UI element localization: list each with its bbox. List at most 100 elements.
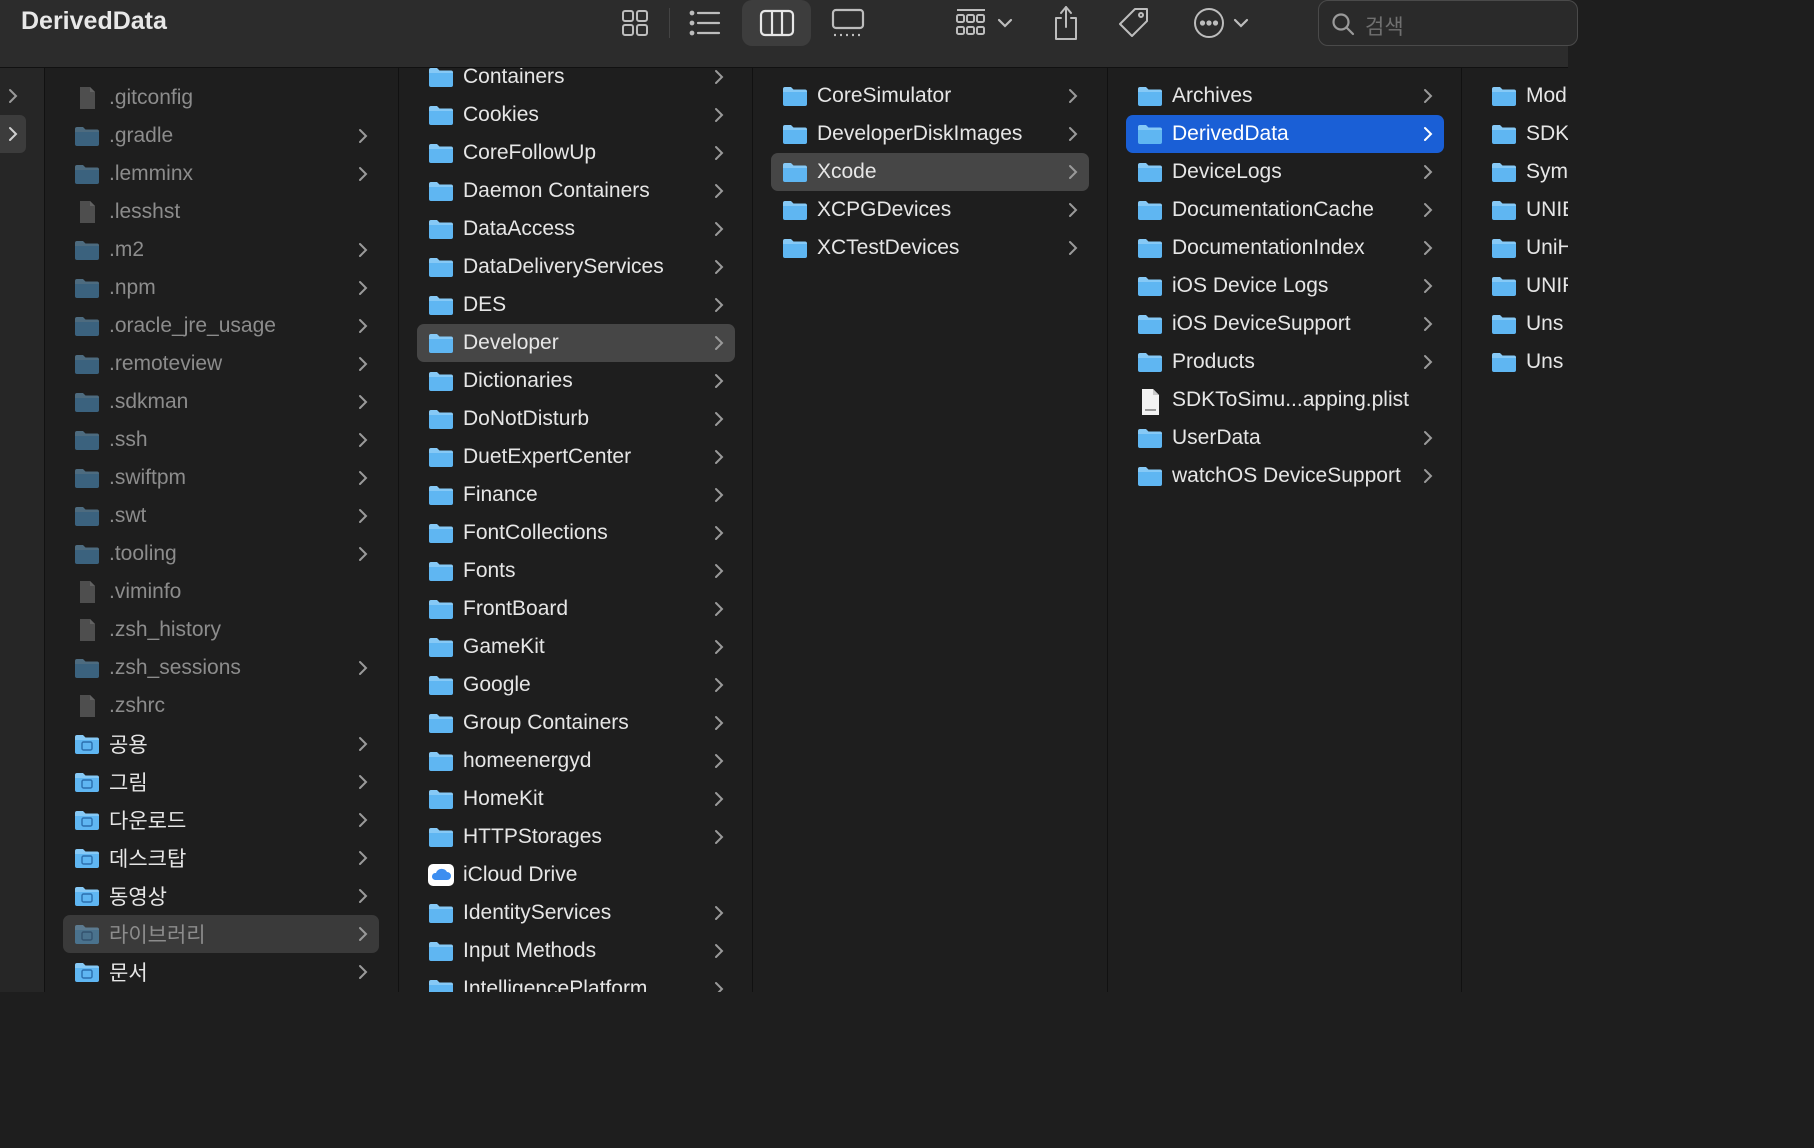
disclosure-chevron (353, 660, 373, 676)
item-label: Products (1172, 350, 1255, 373)
list-item-라이브러리[interactable]: 라이브러리 (63, 915, 379, 953)
list-item-icloud-drive[interactable]: iCloud Drive (417, 856, 735, 894)
list-item-datadeliveryservices[interactable]: DataDeliveryServices (417, 248, 735, 286)
list-item-homeenergyd[interactable]: homeenergyd (417, 742, 735, 780)
list-item-unif[interactable]: UNIF (1480, 267, 1568, 305)
item-label: DataDeliveryServices (463, 255, 664, 278)
list-item-developerdiskimages[interactable]: DeveloperDiskImages (771, 115, 1089, 153)
list-item-uns[interactable]: Uns (1480, 343, 1568, 381)
icon-view-button[interactable] (614, 0, 656, 46)
item-label: .m2 (109, 238, 145, 261)
list-item-developer[interactable]: Developer (417, 324, 735, 362)
list-item-zsh-history[interactable]: .zsh_history (63, 611, 379, 649)
item-label: Uns (1526, 312, 1564, 335)
list-item-문서[interactable]: 문서 (63, 953, 379, 991)
list-item-viminfo[interactable]: .viminfo (63, 573, 379, 611)
list-item-containers[interactable]: Containers (417, 68, 735, 96)
list-item-그림[interactable]: 그림 (63, 763, 379, 801)
list-item-gitconfig[interactable]: .gitconfig (63, 79, 379, 117)
list-item-mod[interactable]: Mod (1480, 77, 1568, 115)
column-view-button[interactable] (742, 0, 811, 46)
list-item-swt[interactable]: .swt (63, 497, 379, 535)
disclosure-chevron (709, 335, 729, 351)
list-item-unih[interactable]: UniH (1480, 229, 1568, 267)
list-item-공용[interactable]: 공용 (63, 725, 379, 763)
share-button[interactable] (1046, 0, 1086, 46)
chevron-right-icon (359, 851, 368, 865)
list-item-duetexpertcenter[interactable]: DuetExpertCenter (417, 438, 735, 476)
list-item-google[interactable]: Google (417, 666, 735, 704)
list-item-des[interactable]: DES (417, 286, 735, 324)
list-item-npm[interactable]: .npm (63, 269, 379, 307)
list-item-sdk[interactable]: SDK (1480, 115, 1568, 153)
list-item-xcode[interactable]: Xcode (771, 153, 1089, 191)
list-item-products[interactable]: Products (1126, 343, 1444, 381)
list-view-button[interactable] (683, 0, 727, 46)
list-item-remoteview[interactable]: .remoteview (63, 345, 379, 383)
list-item-httpstorages[interactable]: HTTPStorages (417, 818, 735, 856)
list-item-frontboard[interactable]: FrontBoard (417, 590, 735, 628)
list-item-unie[interactable]: UNIE (1480, 191, 1568, 229)
list-item-다운로드[interactable]: 다운로드 (63, 801, 379, 839)
list-item-xcpgdevices[interactable]: XCPGDevices (771, 191, 1089, 229)
list-item-archives[interactable]: Archives (1126, 77, 1444, 115)
disclosure-chevron (353, 964, 373, 980)
item-label: .lemminx (109, 162, 194, 185)
more-actions-button[interactable] (1186, 0, 1256, 46)
list-item-finance[interactable]: Finance (417, 476, 735, 514)
item-label: watchOS DeviceSupport (1172, 464, 1401, 487)
list-item-sdkman[interactable]: .sdkman (63, 383, 379, 421)
list-item-lemminx[interactable]: .lemminx (63, 155, 379, 193)
list-item-documentationcache[interactable]: DocumentationCache (1126, 191, 1444, 229)
list-item-watchos-devicesupport[interactable]: watchOS DeviceSupport (1126, 457, 1444, 495)
list-item-ios-device-logs[interactable]: iOS Device Logs (1126, 267, 1444, 305)
list-item-corefollowup[interactable]: CoreFollowUp (417, 134, 735, 172)
list-item-identityservices[interactable]: IdentityServices (417, 894, 735, 932)
list-item-tooling[interactable]: .tooling (63, 535, 379, 573)
folder-icon (427, 673, 455, 697)
list-item-cookies[interactable]: Cookies (417, 96, 735, 134)
tag-button[interactable] (1112, 0, 1156, 46)
group-button[interactable] (948, 0, 1018, 46)
list-item-fonts[interactable]: Fonts (417, 552, 735, 590)
item-label: DataAccess (463, 217, 576, 240)
item-label: DoNotDisturb (463, 407, 590, 430)
list-item-deriveddata[interactable]: DerivedData (1126, 115, 1444, 153)
search-field[interactable]: 검색 (1318, 0, 1578, 46)
list-item-xctestdevices[interactable]: XCTestDevices (771, 229, 1089, 267)
folder-icon (781, 122, 809, 146)
list-item-group-containers[interactable]: Group Containers (417, 704, 735, 742)
list-item-ssh[interactable]: .ssh (63, 421, 379, 459)
list-item-m2[interactable]: .m2 (63, 231, 379, 269)
expand-arrow-selected[interactable] (0, 115, 26, 153)
expand-arrow[interactable] (0, 77, 26, 115)
list-item-oracle-jre-usage[interactable]: .oracle_jre_usage (63, 307, 379, 345)
chevron-right-icon (1424, 317, 1433, 331)
list-item-동영상[interactable]: 동영상 (63, 877, 379, 915)
list-item-gamekit[interactable]: GameKit (417, 628, 735, 666)
list-item-coresimulator[interactable]: CoreSimulator (771, 77, 1089, 115)
list-item-ios-devicesupport[interactable]: iOS DeviceSupport (1126, 305, 1444, 343)
list-item-uns[interactable]: Uns (1480, 305, 1568, 343)
list-item-dataaccess[interactable]: DataAccess (417, 210, 735, 248)
list-item-donotdisturb[interactable]: DoNotDisturb (417, 400, 735, 438)
gallery-view-button[interactable] (826, 0, 870, 46)
list-item-userdata[interactable]: UserData (1126, 419, 1444, 457)
list-item-gradle[interactable]: .gradle (63, 117, 379, 155)
list-item-devicelogs[interactable]: DeviceLogs (1126, 153, 1444, 191)
list-item-dictionaries[interactable]: Dictionaries (417, 362, 735, 400)
list-item-sym[interactable]: Sym (1480, 153, 1568, 191)
list-item-lesshst[interactable]: .lesshst (63, 193, 379, 231)
list-item-fontcollections[interactable]: FontCollections (417, 514, 735, 552)
list-item-intelligenceplatform[interactable]: IntelligencePlatform (417, 970, 735, 992)
list-item-zshrc[interactable]: .zshrc (63, 687, 379, 725)
list-item-input-methods[interactable]: Input Methods (417, 932, 735, 970)
list-item-daemon-containers[interactable]: Daemon Containers (417, 172, 735, 210)
disclosure-chevron (353, 508, 373, 524)
list-item-swiftpm[interactable]: .swiftpm (63, 459, 379, 497)
list-item-documentationindex[interactable]: DocumentationIndex (1126, 229, 1444, 267)
list-item-zsh-sessions[interactable]: .zsh_sessions (63, 649, 379, 687)
list-item-homekit[interactable]: HomeKit (417, 780, 735, 818)
list-item-데스크탑[interactable]: 데스크탑 (63, 839, 379, 877)
list-item-sdktosimu-apping-plist[interactable]: SDKToSimu...apping.plist (1126, 381, 1444, 419)
